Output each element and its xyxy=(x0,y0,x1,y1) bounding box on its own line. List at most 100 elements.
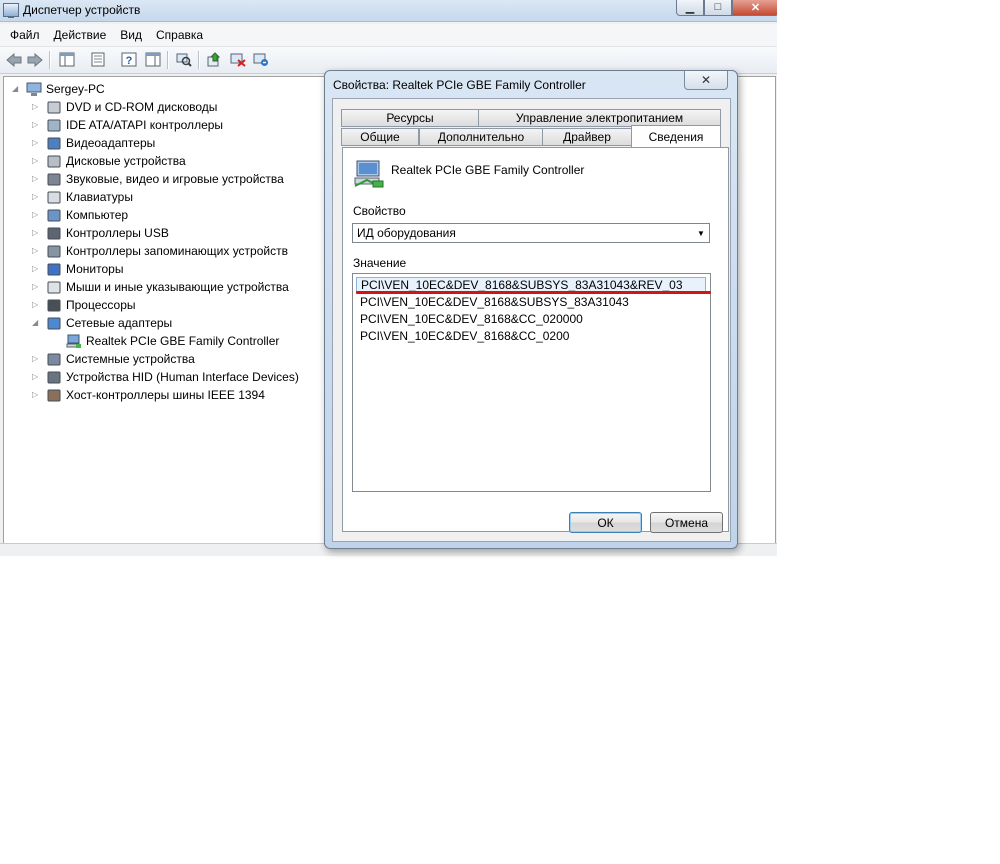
help-icon[interactable]: ? xyxy=(120,51,138,68)
value-label: Значение xyxy=(353,256,407,270)
close-button[interactable]: ✕ xyxy=(732,0,777,16)
tree-category[interactable]: ▷ IDE ATA/ATAPI контроллеры xyxy=(32,116,223,134)
disk-drive-icon xyxy=(46,153,62,169)
computer-icon xyxy=(46,207,62,223)
tree-category-label: Звуковые, видео и игровые устройства xyxy=(66,172,284,186)
tree-category[interactable]: ▷ Видеоадаптеры xyxy=(32,134,155,152)
svg-text:?: ? xyxy=(126,55,133,67)
update-driver-icon[interactable] xyxy=(205,51,223,68)
cancel-button[interactable]: Отмена xyxy=(650,512,723,533)
tree-category-label: IDE ATA/ATAPI контроллеры xyxy=(66,118,224,132)
menu-view[interactable]: Вид xyxy=(113,28,149,42)
device-manager-app-icon[interactable] xyxy=(3,3,19,18)
tree-category[interactable]: ◢ Сетевые адаптеры xyxy=(32,314,172,332)
network-card-icon xyxy=(66,333,82,349)
tree-category-label: Контроллеры запоминающих устройств xyxy=(66,244,288,258)
value-list[interactable]: PCI\VEN_10EC&DEV_8168&SUBSYS_83A31043&RE… xyxy=(352,273,711,492)
tab-resources[interactable]: Ресурсы xyxy=(341,109,479,127)
tree-category[interactable]: ▷ Мониторы xyxy=(32,260,123,278)
ieee1394-icon xyxy=(46,387,62,403)
expand-arrow-icon[interactable]: ▷ xyxy=(32,193,40,201)
list-item[interactable]: PCI\VEN_10EC&DEV_8168&SUBSYS_83A31043 xyxy=(356,294,629,310)
device-name: Realtek PCIe GBE Family Controller xyxy=(391,163,585,177)
maximize-button[interactable]: □ xyxy=(704,0,732,16)
tree-category[interactable]: ▷ Клавиатуры xyxy=(32,188,133,206)
window-title: Диспетчер устройств xyxy=(23,3,141,17)
tree-category[interactable]: ▷ Контроллеры USB xyxy=(32,224,169,242)
menu-file[interactable]: Файл xyxy=(0,28,47,42)
tab-details[interactable]: Сведения xyxy=(631,125,721,147)
tree-category[interactable]: ▷ Компьютер xyxy=(32,206,128,224)
processor-icon xyxy=(46,297,62,313)
tab-advanced[interactable]: Дополнительно xyxy=(419,128,543,146)
hid-device-icon xyxy=(46,369,62,385)
expand-arrow-icon[interactable]: ▷ xyxy=(32,373,40,381)
expand-arrow-icon[interactable]: ▷ xyxy=(32,139,40,147)
properties-icon[interactable] xyxy=(89,51,107,68)
tree-category[interactable]: ▷ Мыши и иные указывающие устройства xyxy=(32,278,289,296)
show-hide-tree-icon[interactable] xyxy=(58,51,76,68)
tree-category[interactable]: ▷ DVD и CD-ROM дисководы xyxy=(32,98,217,116)
scan-hardware-icon[interactable] xyxy=(175,51,193,68)
expand-arrow-icon[interactable]: ▷ xyxy=(32,283,40,291)
network-adapter-icon xyxy=(46,315,62,331)
tree-category[interactable]: ▷ Звуковые, видео и игровые устройства xyxy=(32,170,284,188)
action-pane-icon[interactable] xyxy=(144,51,162,68)
expand-arrow-icon[interactable]: ▷ xyxy=(32,211,40,219)
tree-category[interactable]: ▷ Дисковые устройства xyxy=(32,152,186,170)
forward-icon[interactable] xyxy=(26,51,44,68)
menu-help[interactable]: Справка xyxy=(149,28,210,42)
list-item[interactable]: PCI\VEN_10EC&DEV_8168&CC_0200 xyxy=(356,328,569,344)
tree-category-label: DVD и CD-ROM дисководы xyxy=(66,100,218,114)
expand-arrow-icon[interactable]: ▷ xyxy=(32,175,40,183)
keyboard-icon xyxy=(46,189,62,205)
tree-category[interactable]: ▷ Хост-контроллеры шины IEEE 1394 xyxy=(32,386,265,404)
tree-category[interactable]: ▷ Устройства HID (Human Interface Devices… xyxy=(32,368,299,386)
tree-category-label: Процессоры xyxy=(66,298,136,312)
toolbar-separator xyxy=(198,51,200,69)
tree-category-label: Системные устройства xyxy=(66,352,195,366)
property-label: Свойство xyxy=(353,204,406,218)
property-dropdown[interactable]: ИД оборудования ▼ xyxy=(352,223,710,243)
expand-arrow-icon[interactable]: ▷ xyxy=(32,157,40,165)
menu-action[interactable]: Действие xyxy=(47,28,114,42)
minimize-button[interactable]: ▁ xyxy=(676,0,704,16)
dialog-close-button[interactable]: ✕ xyxy=(684,71,728,90)
tab-driver[interactable]: Драйвер xyxy=(542,128,632,146)
tree-category[interactable]: ▷ Контроллеры запоминающих устройств xyxy=(32,242,288,260)
usb-controller-icon xyxy=(46,225,62,241)
dropdown-arrow-icon[interactable]: ▼ xyxy=(693,224,709,242)
tab-general[interactable]: Общие xyxy=(341,128,419,146)
disable-device-icon[interactable] xyxy=(229,51,247,68)
ok-button[interactable]: ОК xyxy=(569,512,642,533)
tree-device-realtek[interactable]: Realtek PCIe GBE Family Controller xyxy=(66,332,279,350)
tree-category-label: Дисковые устройства xyxy=(66,154,186,168)
tree-category[interactable]: ▷ Процессоры xyxy=(32,296,136,314)
ide-controller-icon xyxy=(46,117,62,133)
list-item[interactable]: PCI\VEN_10EC&DEV_8168&CC_020000 xyxy=(356,311,583,327)
dvd-drive-icon xyxy=(46,99,62,115)
back-icon[interactable] xyxy=(5,51,23,68)
tree-device-label: Realtek PCIe GBE Family Controller xyxy=(86,334,280,348)
expand-arrow-icon[interactable]: ▷ xyxy=(32,103,40,111)
toolbar-separator xyxy=(167,51,169,69)
expand-arrow-icon[interactable]: ▷ xyxy=(32,121,40,129)
network-adapter-icon xyxy=(353,159,385,192)
expand-arrow-icon[interactable]: ▷ xyxy=(32,355,40,363)
tree-root-label: Sergey-PC xyxy=(46,82,105,96)
expand-arrow-icon[interactable]: ▷ xyxy=(32,391,40,399)
tree-category[interactable]: ▷ Системные устройства xyxy=(32,350,195,368)
expand-arrow-icon[interactable]: ▷ xyxy=(32,247,40,255)
menu-bar: Файл Действие Вид Справка xyxy=(0,24,777,47)
computer-icon xyxy=(26,81,42,97)
expand-arrow-icon[interactable]: ▷ xyxy=(32,229,40,237)
expand-arrow-icon[interactable]: ▷ xyxy=(32,301,40,309)
tree-category-label: Устройства HID (Human Interface Devices) xyxy=(66,370,299,384)
tree-category-label: Контроллеры USB xyxy=(66,226,169,240)
uninstall-device-icon[interactable] xyxy=(252,51,270,68)
tree-root[interactable]: ◢ Sergey-PC xyxy=(12,80,105,98)
expand-arrow-icon[interactable]: ▷ xyxy=(32,265,40,273)
collapse-arrow-icon[interactable]: ◢ xyxy=(12,85,20,93)
tree-category-label: Клавиатуры xyxy=(66,190,133,204)
collapse-arrow-icon[interactable]: ◢ xyxy=(32,319,40,327)
